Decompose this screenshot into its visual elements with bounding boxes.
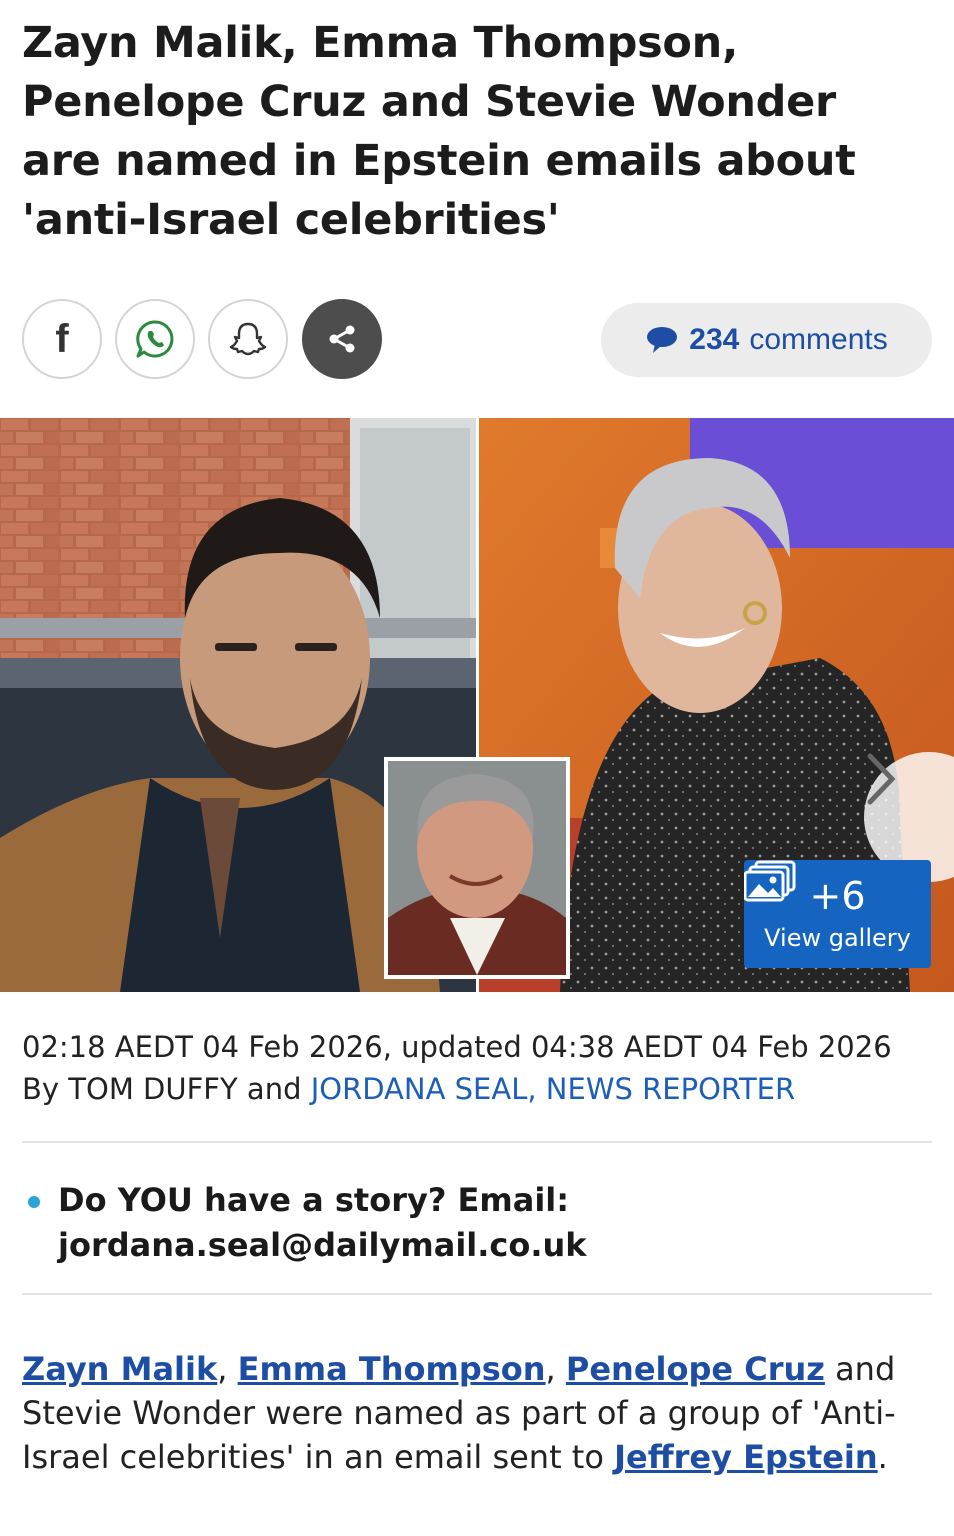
article-meta: 02:18 AEDT 04 Feb 2026, updated 04:38 AE… xyxy=(22,1026,932,1110)
comments-label: comments xyxy=(749,323,888,356)
divider xyxy=(22,1141,932,1143)
hero-image[interactable]: +6 View gallery xyxy=(0,418,954,992)
article-body-paragraph: Zayn Malik, Emma Thompson, Penelope Cruz… xyxy=(22,1347,932,1479)
body-link-jeffrey-epstein[interactable]: Jeffrey Epstein xyxy=(614,1438,878,1476)
article-timestamp: 02:18 AEDT 04 Feb 2026, updated 04:38 AE… xyxy=(22,1030,892,1064)
chevron-right-icon xyxy=(867,753,896,805)
gallery-icon xyxy=(744,860,796,902)
body-end: . xyxy=(877,1438,888,1476)
story-email-link[interactable]: jordana.seal@dailymail.co.uk xyxy=(58,1223,922,1268)
share-icon xyxy=(329,325,355,353)
byline: By TOM DUFFY and JORDANA SEAL, NEWS REPO… xyxy=(22,1068,932,1110)
body-link-zayn-malik[interactable]: Zayn Malik xyxy=(22,1350,217,1388)
body-link-penelope-cruz[interactable]: Penelope Cruz xyxy=(566,1350,825,1388)
byline-joiner: and xyxy=(246,1072,302,1106)
divider xyxy=(22,1293,932,1295)
byline-prefix: By xyxy=(22,1072,60,1106)
gallery-label: View gallery xyxy=(764,924,911,952)
share-toolbar: f 234 comments xyxy=(22,299,932,383)
facebook-icon: f xyxy=(55,316,69,361)
body-link-emma-thompson[interactable]: Emma Thompson xyxy=(238,1350,546,1388)
facebook-share-button[interactable]: f xyxy=(22,299,102,379)
comments-button[interactable]: 234 comments xyxy=(601,303,932,377)
whatsapp-share-button[interactable] xyxy=(115,299,195,379)
snapchat-icon xyxy=(229,322,267,356)
body-separator: , xyxy=(545,1350,566,1388)
more-share-button[interactable] xyxy=(302,299,382,379)
article-headline: Zayn Malik, Emma Thompson, Penelope Cruz… xyxy=(22,18,856,245)
whatsapp-icon xyxy=(136,320,174,358)
snapchat-share-button[interactable] xyxy=(208,299,288,379)
bullet-dot xyxy=(28,1196,40,1208)
story-prompt-text: Do YOU have a story? Email: xyxy=(58,1181,570,1219)
view-gallery-button[interactable]: +6 View gallery xyxy=(744,860,931,968)
gallery-count: +6 xyxy=(809,874,866,918)
byline-author-link[interactable]: JORDANA SEAL, NEWS REPORTER xyxy=(311,1072,795,1106)
byline-author: TOM DUFFY xyxy=(68,1072,238,1106)
story-prompt: Do YOU have a story? Email: jordana.seal… xyxy=(22,1178,922,1268)
body-separator: , xyxy=(217,1350,238,1388)
speech-bubble-icon xyxy=(647,327,678,353)
comment-count: 234 xyxy=(689,323,740,356)
